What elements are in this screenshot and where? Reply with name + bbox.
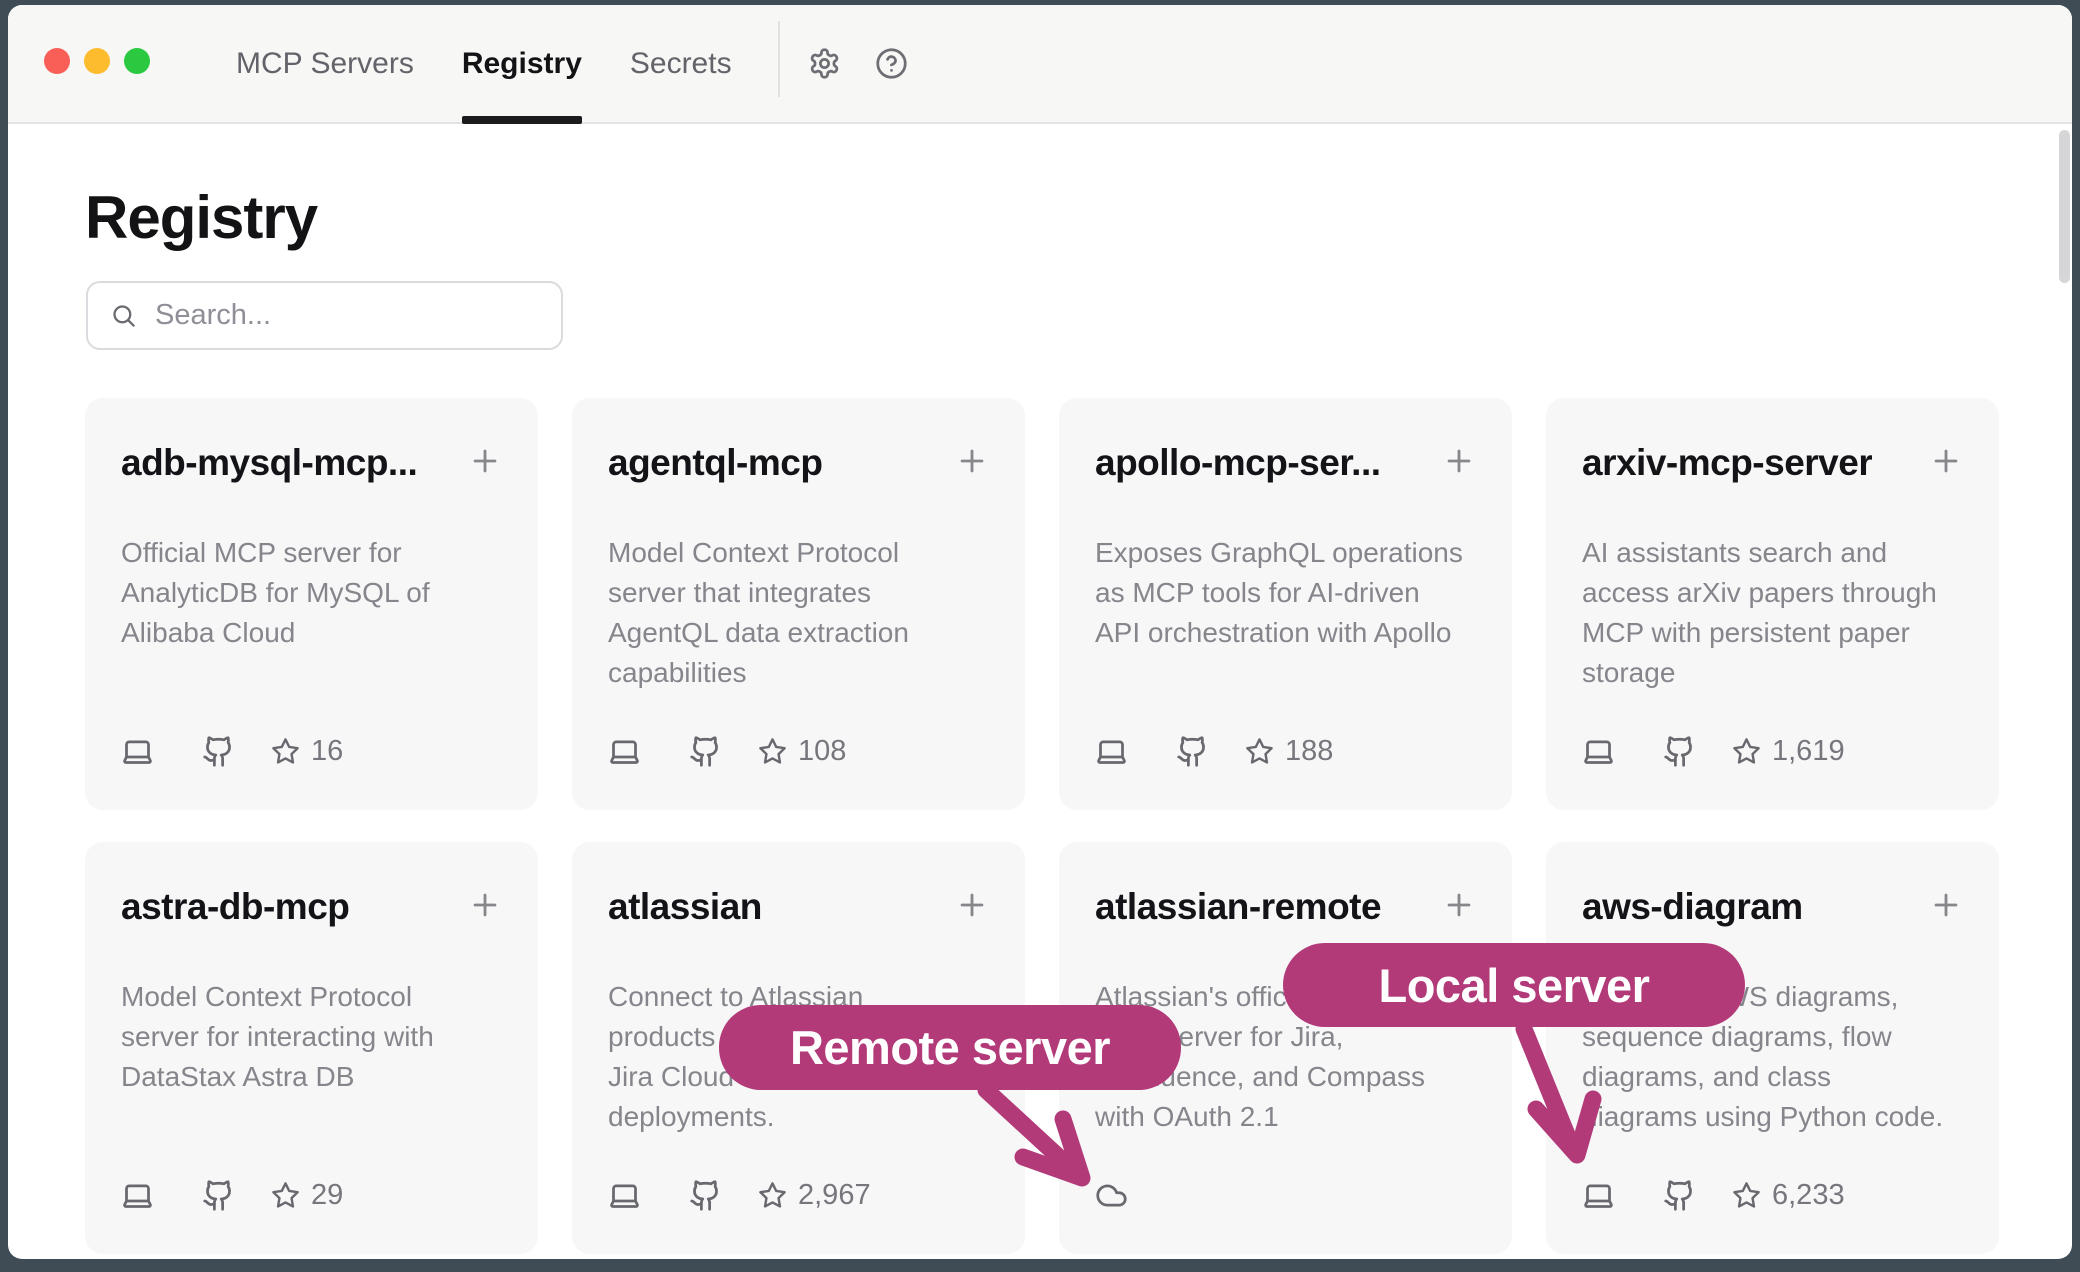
active-tab-underline — [462, 116, 582, 124]
github-icon — [1663, 735, 1696, 768]
plus-icon — [955, 444, 989, 478]
header-divider — [778, 21, 780, 97]
add-server-button[interactable] — [1929, 888, 1963, 922]
plus-icon — [955, 888, 989, 922]
tab-secrets[interactable]: Secrets — [630, 5, 732, 122]
add-server-button[interactable] — [955, 444, 989, 478]
github-icon — [202, 735, 235, 768]
github-icon — [689, 1179, 722, 1212]
star-count: 16 — [311, 735, 343, 768]
star-count: 188 — [1285, 735, 1333, 768]
server-description: AI assistants search and access arXiv pa… — [1582, 533, 1963, 693]
server-name: atlassian — [608, 886, 762, 928]
server-card-apollo-mcp-server[interactable]: apollo-mcp-ser... Exposes GraphQL operat… — [1059, 398, 1512, 810]
server-card-arxiv-mcp-server[interactable]: arxiv-mcp-server AI assistants search an… — [1546, 398, 1999, 810]
star-count: 2,967 — [798, 1179, 871, 1212]
title-bar: MCP Servers Registry Secrets — [8, 5, 2072, 124]
server-name: arxiv-mcp-server — [1582, 442, 1872, 484]
star-icon — [1732, 1181, 1761, 1210]
add-server-button[interactable] — [1442, 444, 1476, 478]
gear-icon[interactable] — [808, 47, 841, 80]
star-count: 108 — [798, 735, 846, 768]
server-meta: 16 — [121, 735, 343, 768]
laptop-icon — [121, 1179, 154, 1212]
star-count: 1,619 — [1772, 735, 1845, 768]
github-icon — [202, 1179, 235, 1212]
page-title: Registry — [85, 183, 317, 252]
star-count: 29 — [311, 1179, 343, 1212]
server-description: Exposes GraphQL operations as MCP tools … — [1095, 533, 1476, 653]
search-icon — [110, 302, 137, 329]
server-name: atlassian-remote — [1095, 886, 1381, 928]
server-name: aws-diagram — [1582, 886, 1803, 928]
server-meta: 1,619 — [1582, 735, 1845, 768]
traffic-lights — [44, 48, 150, 74]
server-card-aws-diagram[interactable]: aws-diagram Generate AWS diagrams, seque… — [1546, 842, 1999, 1254]
laptop-icon — [121, 735, 154, 768]
star-icon — [271, 737, 300, 766]
server-meta — [1095, 1179, 1128, 1212]
plus-icon — [468, 888, 502, 922]
help-circle-icon[interactable] — [875, 47, 908, 80]
server-description: Model Context Protocol server that integ… — [608, 533, 989, 693]
close-window-button[interactable] — [44, 48, 70, 74]
star-icon — [1732, 737, 1761, 766]
laptop-icon — [1582, 735, 1615, 768]
minimize-window-button[interactable] — [84, 48, 110, 74]
star-icon — [1245, 737, 1274, 766]
star-icon — [758, 737, 787, 766]
server-meta: 6,233 — [1582, 1179, 1845, 1212]
laptop-icon — [608, 735, 641, 768]
server-name: apollo-mcp-ser... — [1095, 442, 1381, 484]
plus-icon — [1442, 888, 1476, 922]
github-icon — [689, 735, 722, 768]
server-description: Official MCP server for AnalyticDB for M… — [121, 533, 502, 653]
add-server-button[interactable] — [955, 888, 989, 922]
server-meta: 29 — [121, 1179, 343, 1212]
tab-registry[interactable]: Registry — [462, 5, 582, 122]
tab-registry-label: Registry — [462, 47, 582, 81]
plus-icon — [1442, 444, 1476, 478]
server-card-adb-mysql-mcp[interactable]: adb-mysql-mcp... Official MCP server for… — [85, 398, 538, 810]
server-meta: 188 — [1095, 735, 1333, 768]
star-count: 6,233 — [1772, 1179, 1845, 1212]
laptop-icon — [1095, 735, 1128, 768]
vertical-scrollbar-thumb[interactable] — [2059, 130, 2070, 283]
star-icon — [758, 1181, 787, 1210]
add-server-button[interactable] — [468, 888, 502, 922]
header-actions — [808, 5, 908, 122]
tab-mcp-servers[interactable]: MCP Servers — [236, 5, 414, 122]
server-meta: 2,967 — [608, 1179, 871, 1212]
app-window: MCP Servers Registry Secrets Registry ad… — [8, 5, 2072, 1259]
server-card-astra-db-mcp[interactable]: astra-db-mcp Model Context Protocol serv… — [85, 842, 538, 1254]
remote-server-badge: Remote server — [719, 1005, 1181, 1090]
laptop-icon — [1582, 1179, 1615, 1212]
plus-icon — [468, 444, 502, 478]
add-server-button[interactable] — [1442, 888, 1476, 922]
add-server-button[interactable] — [468, 444, 502, 478]
search-box[interactable] — [86, 281, 563, 350]
cloud-icon — [1095, 1179, 1128, 1212]
github-icon — [1176, 735, 1209, 768]
server-name: astra-db-mcp — [121, 886, 349, 928]
server-card-grid: adb-mysql-mcp... Official MCP server for… — [85, 398, 1999, 1254]
local-server-badge: Local server — [1283, 943, 1745, 1027]
server-name: agentql-mcp — [608, 442, 822, 484]
server-description: Model Context Protocol server for intera… — [121, 977, 502, 1097]
github-icon — [1663, 1179, 1696, 1212]
main-tabs: MCP Servers Registry Secrets — [236, 5, 732, 122]
plus-icon — [1929, 888, 1963, 922]
plus-icon — [1929, 444, 1963, 478]
server-card-agentql-mcp[interactable]: agentql-mcp Model Context Protocol serve… — [572, 398, 1025, 810]
search-input[interactable] — [153, 298, 539, 333]
zoom-window-button[interactable] — [124, 48, 150, 74]
star-icon — [271, 1181, 300, 1210]
add-server-button[interactable] — [1929, 444, 1963, 478]
server-name: adb-mysql-mcp... — [121, 442, 417, 484]
server-meta: 108 — [608, 735, 846, 768]
laptop-icon — [608, 1179, 641, 1212]
